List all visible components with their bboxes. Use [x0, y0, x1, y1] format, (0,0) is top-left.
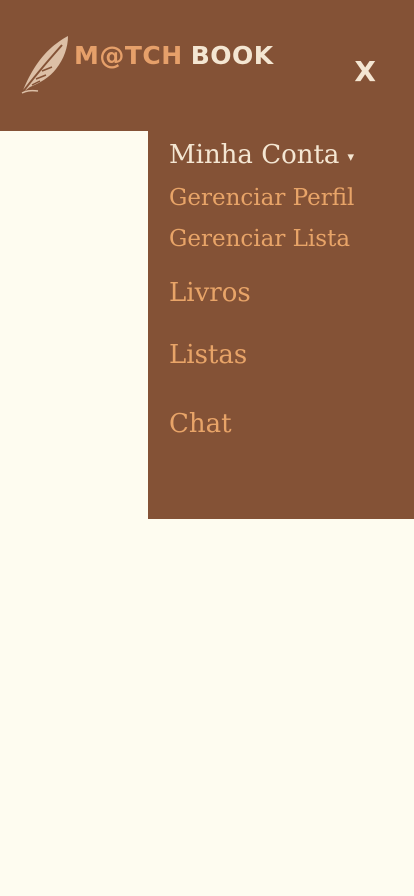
manage-profile-link[interactable]: Gerenciar Perfil: [169, 185, 354, 211]
chat-link[interactable]: Chat: [169, 409, 232, 439]
caret-down-icon: ▾: [347, 149, 354, 165]
dropdown-menu: Minha Conta ▾ Gerenciar Perfil Gerenciar…: [148, 131, 414, 519]
books-link[interactable]: Livros: [169, 278, 251, 308]
top-header: M@TCH BOOK X: [0, 0, 414, 131]
manage-list-link[interactable]: Gerenciar Lista: [169, 226, 350, 252]
logo-match-text: M@TCH: [74, 40, 183, 70]
logo-book-text: BOOK: [190, 40, 274, 70]
lists-link[interactable]: Listas: [169, 340, 247, 370]
app-logo[interactable]: M@TCH BOOK: [18, 33, 274, 97]
logo-wordmark: M@TCH BOOK: [74, 41, 274, 70]
close-menu-button[interactable]: X: [354, 58, 376, 86]
account-dropdown-toggle[interactable]: Minha Conta ▾: [169, 140, 354, 170]
account-label: Minha Conta: [169, 140, 340, 170]
feather-quill-icon: [21, 36, 68, 94]
